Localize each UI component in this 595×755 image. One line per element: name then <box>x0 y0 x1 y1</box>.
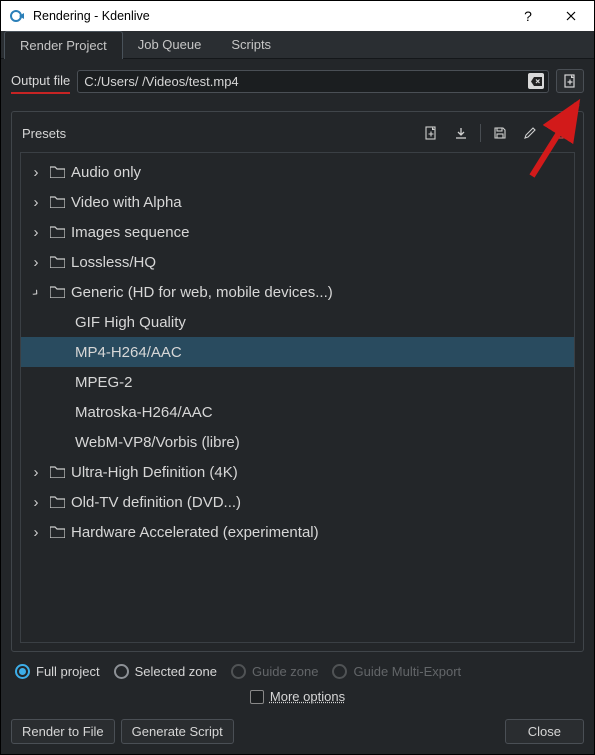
folder-icon <box>49 255 65 269</box>
preset-webm[interactable]: WebM-VP8/Vorbis (libre) <box>21 427 574 457</box>
preset-label: MPEG-2 <box>75 374 133 391</box>
folder-old-tv[interactable]: › Old-TV definition (DVD...) <box>21 487 574 517</box>
preset-mp4-h264[interactable]: MP4-H264/AAC <box>21 337 574 367</box>
preset-tree[interactable]: › Audio only › Video with Alpha › Images… <box>20 152 575 643</box>
preset-mpeg2[interactable]: MPEG-2 <box>21 367 574 397</box>
preset-gif-hq[interactable]: GIF High Quality <box>21 307 574 337</box>
folder-label: Images sequence <box>71 224 189 241</box>
chevron-right-icon: › <box>29 164 43 181</box>
folder-icon <box>49 525 65 539</box>
output-file-label: Output file <box>11 73 70 94</box>
tab-bar: Render Project Job Queue Scripts <box>1 31 594 59</box>
content-area: Output file C:/Users/ /Videos/test.mp4 P… <box>1 59 594 716</box>
folder-lossless[interactable]: › Lossless/HQ <box>21 247 574 277</box>
folder-label: Audio only <box>71 164 141 181</box>
output-file-input[interactable]: C:/Users/ /Videos/test.mp4 <box>77 70 549 93</box>
chevron-right-icon: › <box>29 524 43 541</box>
render-to-file-button[interactable]: Render to File <box>11 719 115 744</box>
edit-preset-button[interactable] <box>515 122 545 144</box>
folder-label: Ultra-High Definition (4K) <box>71 464 238 481</box>
chevron-right-icon: › <box>29 494 43 511</box>
folder-icon <box>49 225 65 239</box>
folder-label: Generic (HD for web, mobile devices...) <box>71 284 333 301</box>
folder-icon <box>49 165 65 179</box>
folder-icon <box>49 285 65 299</box>
chevron-down-icon: › <box>25 281 47 303</box>
preset-label: Matroska-H264/AAC <box>75 404 213 421</box>
radio-guide-multi: Guide Multi-Export <box>332 664 461 679</box>
output-file-path: C:/Users/ /Videos/test.mp4 <box>84 74 528 89</box>
tab-job-queue[interactable]: Job Queue <box>123 31 217 58</box>
tab-scripts[interactable]: Scripts <box>216 31 286 58</box>
output-file-row: Output file C:/Users/ /Videos/test.mp4 <box>11 69 584 93</box>
presets-label: Presets <box>20 126 416 141</box>
browse-output-button[interactable] <box>556 69 584 93</box>
preset-matroska[interactable]: Matroska-H264/AAC <box>21 397 574 427</box>
folder-label: Lossless/HQ <box>71 254 156 271</box>
help-button[interactable]: ? <box>508 1 548 31</box>
folder-label: Video with Alpha <box>71 194 182 211</box>
titlebar: Rendering - Kdenlive ? <box>1 1 594 31</box>
folder-audio-only[interactable]: › Audio only <box>21 157 574 187</box>
folder-generic[interactable]: › Generic (HD for web, mobile devices...… <box>21 277 574 307</box>
more-options-label[interactable]: More options <box>270 689 345 704</box>
radio-label: Full project <box>36 664 100 679</box>
more-options-checkbox[interactable] <box>250 690 264 704</box>
folder-hw-accel[interactable]: › Hardware Accelerated (experimental) <box>21 517 574 547</box>
toolbar-divider <box>480 124 481 142</box>
download-preset-button[interactable] <box>446 122 476 144</box>
folder-label: Old-TV definition (DVD...) <box>71 494 241 511</box>
folder-icon <box>49 195 65 209</box>
preset-label: MP4-H264/AAC <box>75 344 182 361</box>
tab-render-project[interactable]: Render Project <box>4 31 123 59</box>
radio-full-project[interactable]: Full project <box>15 664 100 679</box>
radio-label: Guide Multi-Export <box>353 664 461 679</box>
folder-uhd[interactable]: › Ultra-High Definition (4K) <box>21 457 574 487</box>
save-preset-button[interactable] <box>485 122 515 144</box>
close-window-button[interactable] <box>548 1 594 31</box>
folder-icon <box>49 465 65 479</box>
render-range-row: Full project Selected zone Guide zone Gu… <box>11 652 584 679</box>
radio-selected-zone[interactable]: Selected zone <box>114 664 217 679</box>
chevron-right-icon: › <box>29 254 43 271</box>
radio-label: Guide zone <box>252 664 319 679</box>
more-options-row: More options <box>11 679 584 716</box>
folder-icon <box>49 495 65 509</box>
render-dialog: Rendering - Kdenlive ? Render Project Jo… <box>0 0 595 755</box>
chevron-right-icon: › <box>29 224 43 241</box>
presets-panel: Presets <box>11 111 584 652</box>
window-title: Rendering - Kdenlive <box>33 9 508 23</box>
generate-script-button[interactable]: Generate Script <box>121 719 234 744</box>
folder-label: Hardware Accelerated (experimental) <box>71 524 319 541</box>
preset-label: GIF High Quality <box>75 314 186 331</box>
folder-images-sequence[interactable]: › Images sequence <box>21 217 574 247</box>
new-preset-button[interactable] <box>416 122 446 144</box>
radio-label: Selected zone <box>135 664 217 679</box>
close-button[interactable]: Close <box>505 719 584 744</box>
preset-label: WebM-VP8/Vorbis (libre) <box>75 434 240 451</box>
folder-video-alpha[interactable]: › Video with Alpha <box>21 187 574 217</box>
clear-path-icon[interactable] <box>528 73 544 89</box>
delete-preset-button[interactable] <box>545 122 575 144</box>
chevron-right-icon: › <box>29 464 43 481</box>
radio-guide-zone: Guide zone <box>231 664 319 679</box>
chevron-right-icon: › <box>29 194 43 211</box>
presets-header: Presets <box>20 120 575 146</box>
app-icon <box>9 8 25 24</box>
button-row: Render to File Generate Script Close <box>1 716 594 754</box>
